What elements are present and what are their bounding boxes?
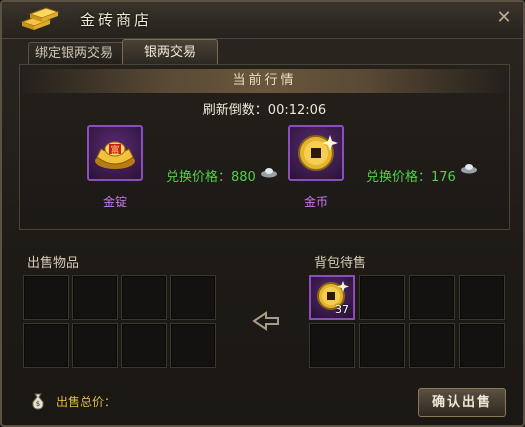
gold-ingot-name: 金锭 — [102, 195, 127, 209]
confirm-sell-button[interactable]: 确认出售 — [418, 388, 506, 417]
sell-slot[interactable] — [170, 323, 216, 368]
close-icon: ✕ — [496, 6, 512, 28]
sell-slot[interactable] — [72, 323, 118, 368]
gold-coin-icon — [298, 135, 338, 171]
gold-bars-icon — [20, 7, 60, 30]
sell-slot[interactable] — [72, 275, 118, 320]
sell-slot[interactable] — [121, 323, 167, 368]
bag-slot[interactable] — [409, 323, 455, 368]
refresh-countdown: 刷新倒数：00:12:06 — [202, 103, 327, 118]
svg-text:$: $ — [36, 400, 40, 408]
market-header: 当前行情 — [20, 69, 509, 93]
bag-slot[interactable] — [459, 323, 505, 368]
gold-coin-price: 兑换价格：176 — [366, 170, 456, 185]
bag-slot[interactable] — [359, 275, 405, 320]
gold-ingot-icon: 富 — [95, 141, 135, 169]
close-button[interactable]: ✕ — [493, 6, 515, 28]
move-left-arrow-icon[interactable] — [250, 311, 282, 331]
sell-slot[interactable] — [170, 275, 216, 320]
title-bar[interactable]: 金砖商店 ✕ — [2, 2, 523, 39]
gold-ingot-slot[interactable]: 富 — [87, 125, 143, 181]
bag-slot[interactable] — [359, 323, 405, 368]
gold-brick-shop-window: 金砖商店 ✕ 绑定银两交易 银两交易 当前行情 刷新倒数：00:12:06 富 … — [0, 0, 525, 427]
sell-items-label: 出售物品 — [27, 256, 80, 271]
gold-ingot-price: 兑换价格：880 — [166, 170, 256, 185]
sell-slot[interactable] — [121, 275, 167, 320]
bag-items-label: 背包待售 — [314, 256, 367, 271]
window-title: 金砖商店 — [80, 11, 153, 29]
bag-slot[interactable] — [409, 275, 455, 320]
gold-coin-name: 金币 — [303, 195, 328, 209]
bag-item-gold-coin[interactable]: 37 — [309, 275, 355, 320]
silver-icon — [261, 168, 277, 178]
sell-slot[interactable] — [23, 323, 69, 368]
money-bag-icon: $ — [32, 393, 44, 410]
bag-slot[interactable] — [309, 323, 355, 368]
silver-icon — [461, 164, 477, 174]
item-quantity: 37 — [335, 303, 349, 316]
tab-bound-silver-trade[interactable]: 绑定银两交易 — [28, 42, 132, 65]
gold-coin-slot[interactable] — [288, 125, 344, 181]
svg-text:富: 富 — [110, 144, 119, 156]
total-price-label: 出售总价： — [56, 395, 117, 409]
tab-silver-trade[interactable]: 银两交易 — [122, 39, 218, 65]
bag-slot[interactable] — [459, 275, 505, 320]
sell-slot[interactable] — [23, 275, 69, 320]
